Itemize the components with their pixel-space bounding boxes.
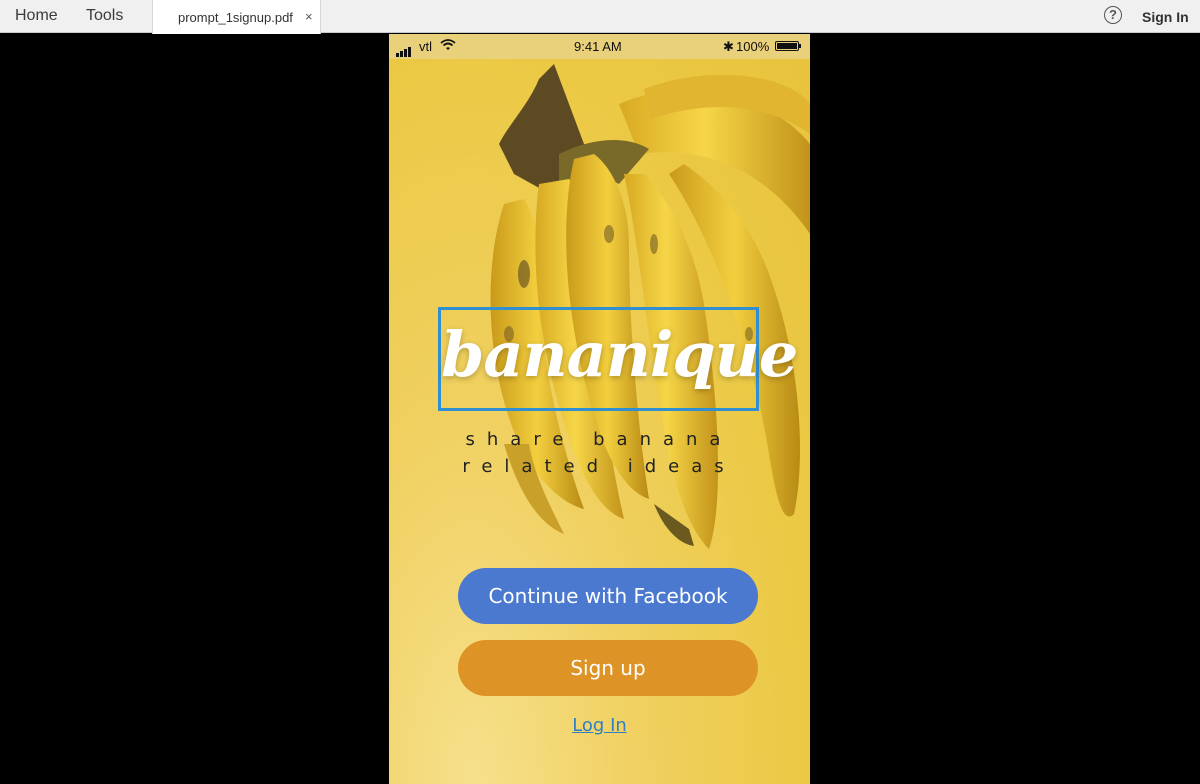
status-time: 9:41 AM (574, 39, 622, 54)
help-icon[interactable]: ? (1104, 6, 1122, 24)
battery-icon (775, 41, 801, 51)
logo-frame: bananique (438, 307, 798, 411)
document-tab[interactable]: prompt_1signup.pdf × (152, 0, 321, 34)
continue-with-facebook-button[interactable]: Continue with Facebook (458, 568, 758, 624)
signal-icon (396, 42, 412, 57)
sign-in-link[interactable]: Sign In (1142, 9, 1189, 25)
carrier-name: vtl (419, 39, 432, 54)
phone-screen: vtl 9:41 AM ✱ 100% bananique share banan… (389, 34, 810, 784)
wifi-icon (440, 39, 456, 50)
nav-tools[interactable]: Tools (86, 7, 123, 25)
battery-percent: 100% (736, 39, 770, 54)
nav-home[interactable]: Home (15, 7, 58, 25)
tagline-line-2: related ideas (462, 456, 736, 477)
sign-up-button[interactable]: Sign up (458, 640, 758, 696)
log-in-link[interactable]: Log In (389, 715, 810, 736)
app-toolbar: Home Tools prompt_1signup.pdf × ? Sign I… (0, 0, 1200, 34)
tagline-line-1: share banana (465, 429, 733, 450)
status-bar: vtl 9:41 AM ✱ 100% (389, 34, 810, 59)
bluetooth-icon: ✱ (723, 39, 734, 54)
app-logo: bananique (441, 318, 798, 391)
close-icon[interactable]: × (305, 9, 313, 24)
tab-file-name: prompt_1signup.pdf (178, 10, 293, 25)
